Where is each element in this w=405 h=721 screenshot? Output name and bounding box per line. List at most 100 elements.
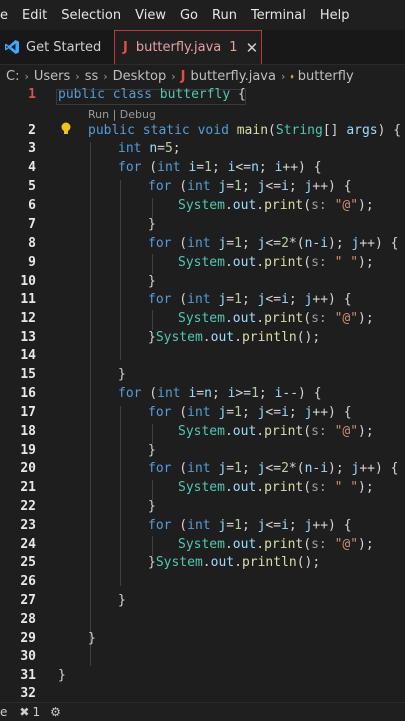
menu-help[interactable]: Help <box>320 8 350 23</box>
code-line: }System.out.println(); <box>148 555 321 570</box>
line-number: 14 <box>20 348 36 363</box>
code-line: for (int j=1; j<=i; j++) { <box>148 292 352 307</box>
code-line: for (int i=n; i>=1; i--) { <box>118 386 322 401</box>
vscode-icon <box>5 40 19 54</box>
code-line: System.out.print(s: "@"); <box>178 311 374 326</box>
line-number: 27 <box>20 593 36 608</box>
line-number: 10 <box>20 274 36 289</box>
breadcrumb-ss[interactable]: ss <box>85 69 99 84</box>
status-bar: e ✖ 1 ⚙ <box>0 702 405 721</box>
line-number: 6 <box>28 198 36 213</box>
line-number: 3 <box>28 141 36 156</box>
line-number: 12 <box>20 311 36 326</box>
code-line: } <box>118 593 126 608</box>
menu-selection[interactable]: Selection <box>61 8 121 23</box>
status-left[interactable]: e <box>0 705 7 719</box>
java-icon: J <box>180 68 186 84</box>
line-number: 18 <box>20 424 36 439</box>
code-line: System.out.print(s: "@"); <box>178 537 374 552</box>
breadcrumb-desktop[interactable]: Desktop <box>113 69 167 84</box>
breadcrumb-drive[interactable]: C: <box>6 69 19 84</box>
code-line: for (int j=1; j<=i; j++) { <box>148 405 352 420</box>
indent-guide <box>90 142 91 666</box>
chevron-right-icon: › <box>103 69 108 83</box>
line-number: 7 <box>28 217 36 232</box>
menu-edit[interactable]: Edit <box>22 8 47 23</box>
code-line: }System.out.println(); <box>148 330 321 345</box>
code-line: for (int j=1; j<=i; j++) { <box>148 518 352 533</box>
code-line: int n=5; <box>118 141 181 156</box>
code-line: for (int j=1; j<=2*(n-i); j++) { <box>148 236 399 251</box>
breadcrumb-users[interactable]: Users <box>34 69 70 84</box>
debug-icon[interactable]: ⚙ <box>50 705 61 719</box>
chevron-right-icon: › <box>75 69 80 83</box>
line-number: 4 <box>28 160 36 175</box>
line-number: 8 <box>28 236 36 251</box>
indent-guide <box>120 406 121 586</box>
line-number: 28 <box>20 612 36 627</box>
menu-run[interactable]: Run <box>212 8 237 23</box>
tab-label: butterfly.java <box>135 40 222 55</box>
line-number: 13 <box>20 330 36 345</box>
breadcrumb-file[interactable]: butterfly.java <box>191 69 276 84</box>
line-number: 24 <box>20 537 36 552</box>
code-line: System.out.print(s: "@"); <box>178 198 374 213</box>
line-number: 26 <box>20 574 36 589</box>
line-number: 22 <box>20 499 36 514</box>
code-editor[interactable]: Run | Debug 1 2 3 4 5 6 7 8 9 10 11 12 13 14 15 16 17 18 1… <box>0 86 405 702</box>
breadcrumb-class[interactable]: butterfly <box>298 69 354 84</box>
tab-get-started[interactable]: Get Started <box>0 30 112 64</box>
chevron-right-icon: › <box>280 69 286 83</box>
code-line: for (int i=1; i<=n; i++) { <box>118 160 322 175</box>
line-number: 1 <box>28 87 36 102</box>
breadcrumb: C: › Users › ss › Desktop › J butterfly.… <box>0 65 405 87</box>
tab-label: Get Started <box>26 39 102 55</box>
code-line: } <box>148 217 156 232</box>
menu-view[interactable]: View <box>135 8 166 23</box>
code-line: System.out.print(s: " "); <box>178 480 374 495</box>
chevron-right-icon: › <box>171 69 176 83</box>
line-number: 30 <box>20 649 36 664</box>
indent-guide <box>120 180 121 360</box>
menu-terminal[interactable]: Terminal <box>251 8 306 23</box>
code-line: } <box>58 668 66 683</box>
tab-butterfly-java[interactable]: J butterfly.java 1 ✕ <box>114 30 262 64</box>
editor-tabs: Get Started J butterfly.java 1 ✕ <box>0 30 405 65</box>
class-symbol-icon: ⬪ <box>290 68 294 83</box>
line-number: 15 <box>20 367 36 382</box>
line-number: 29 <box>20 631 36 646</box>
close-icon[interactable]: ✕ <box>246 39 259 57</box>
line-number: 5 <box>28 179 36 194</box>
code-line: public class butterfly { <box>58 87 246 102</box>
code-line: } <box>148 274 156 289</box>
code-line: for (int j=1; j<=i; j++) { <box>148 179 352 194</box>
codelens-run-debug[interactable]: Run | Debug <box>88 108 156 121</box>
line-number: 2 <box>28 123 36 138</box>
indent-guide <box>152 198 153 218</box>
line-number: 31 <box>20 668 36 683</box>
menu-file[interactable]: e <box>0 8 8 23</box>
line-number: 9 <box>28 255 36 270</box>
line-number: 16 <box>20 386 36 401</box>
line-number: 23 <box>20 518 36 533</box>
code-line: public static void main(String[] args) { <box>88 123 402 138</box>
line-number: 21 <box>20 480 36 495</box>
menu-bar: e Edit Selection View Go Run Terminal He… <box>0 0 405 30</box>
menu-go[interactable]: Go <box>180 8 198 23</box>
status-errors[interactable]: ✖ 1 <box>19 705 40 719</box>
lightbulb-icon[interactable] <box>60 122 72 136</box>
line-number: 20 <box>20 461 36 476</box>
line-number: 32 <box>20 686 36 701</box>
indent-guide <box>152 480 153 500</box>
code-line: } <box>148 499 156 514</box>
java-icon: J <box>123 40 128 55</box>
indent-guide <box>152 310 153 330</box>
error-x-icon: ✖ <box>19 705 30 719</box>
indent-guide <box>152 536 153 556</box>
problem-count: 1 <box>229 40 238 55</box>
code-line: System.out.print(s: "@"); <box>178 424 374 439</box>
line-number: 19 <box>20 443 36 458</box>
line-number: 17 <box>20 405 36 420</box>
chevron-right-icon: › <box>24 69 29 83</box>
indent-guide <box>152 254 153 274</box>
